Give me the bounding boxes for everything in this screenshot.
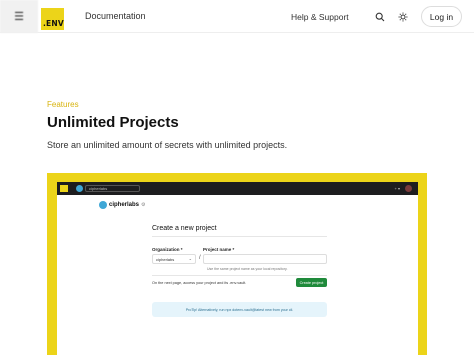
logo[interactable]: .ENV [41, 8, 64, 30]
chevron-down-icon: ⌄ [188, 256, 192, 261]
sun-icon [398, 12, 408, 22]
search-button[interactable] [373, 10, 387, 24]
project-name-label: Project name * [203, 247, 235, 252]
logo-text: .ENV [43, 19, 64, 28]
app-org-avatar [76, 185, 83, 192]
menu-icon: ☰ [14, 11, 24, 23]
path-separator: / [199, 255, 201, 261]
app-user-avatar [405, 185, 412, 192]
app-plus-icon: + ▾ [394, 186, 400, 191]
organization-select: cipherlabs ⌄ [152, 254, 196, 264]
next-page-note: On the next page, access your project an… [152, 281, 247, 285]
app-screenshot-frame: cipherlabs + ▾ cipherlabs ⚙ Create a new… [47, 173, 427, 355]
org-name: cipherlabs [109, 202, 140, 208]
protip-banner: ProTip! Alternatively, run npx dotenv-va… [152, 302, 327, 317]
theme-toggle-button[interactable] [396, 10, 410, 24]
app-org-row: cipherlabs ⚙ [99, 201, 146, 209]
project-name-hint: Use the same project name as your local … [207, 267, 288, 271]
menu-button[interactable]: ☰ [0, 0, 38, 33]
organization-label: Organization * [152, 247, 183, 252]
org-avatar [99, 201, 107, 209]
search-icon [375, 12, 385, 22]
divider [152, 275, 327, 276]
divider [152, 236, 327, 237]
card-title: Create a new project [152, 225, 217, 232]
organization-select-value: cipherlabs [156, 257, 175, 262]
app-logo-icon [60, 185, 68, 192]
app-org-select: cipherlabs [85, 185, 140, 192]
app-topbar-right: + ▾ [395, 185, 412, 192]
app-topbar: cipherlabs + ▾ [57, 182, 418, 195]
project-name-input [203, 254, 327, 264]
page-title: Unlimited Projects [47, 114, 179, 131]
page-subtitle: Store an unlimited amount of secrets wit… [47, 140, 288, 150]
section-eyebrow: Features [47, 100, 79, 109]
create-project-button: Create project [296, 278, 327, 287]
login-button[interactable]: Log in [421, 6, 462, 27]
gear-icon: ⚙ [141, 202, 146, 208]
nav-documentation[interactable]: Documentation [85, 11, 146, 21]
app-screenshot: cipherlabs + ▾ cipherlabs ⚙ Create a new… [57, 182, 418, 355]
site-header: ☰ .ENV Documentation Help & Support Log … [0, 0, 474, 33]
nav-help-support[interactable]: Help & Support [291, 12, 349, 22]
new-project-card: Create a new project Organization * Proj… [152, 225, 327, 325]
